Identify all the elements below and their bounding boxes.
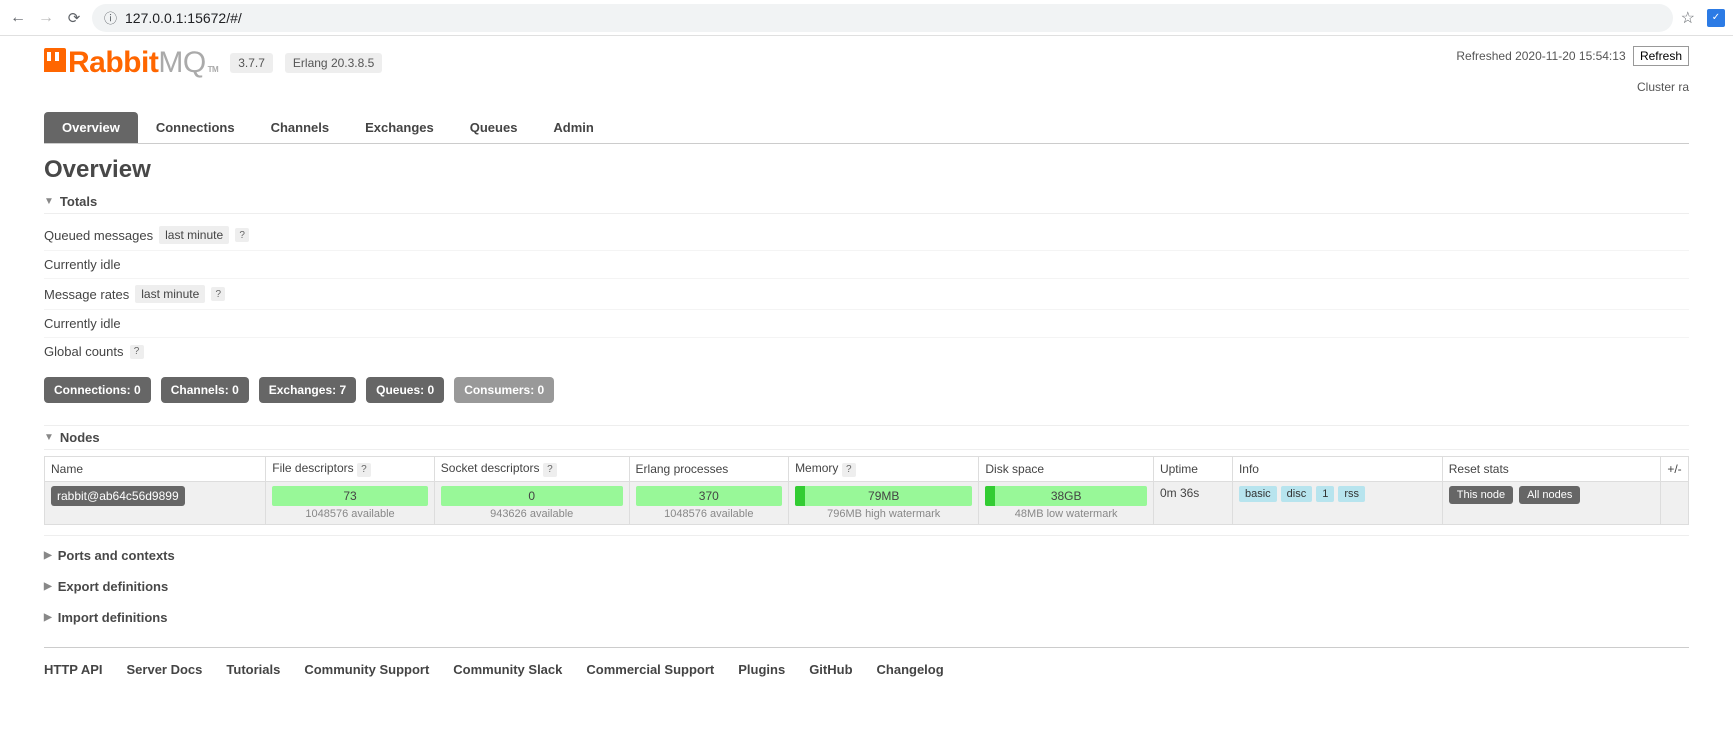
browser-toolbar: ← → ⟳ ⓘ 127.0.0.1:15672/#/ ☆ ✓ [0, 0, 1733, 36]
count-queues[interactable]: Queues: 0 [366, 377, 444, 403]
info-tag-disc: disc [1281, 486, 1313, 502]
refreshed-timestamp: Refreshed 2020-11-20 15:54:13 [1456, 49, 1625, 63]
sd-sub: 943626 available [441, 508, 623, 520]
erlang-pill: Erlang 20.3.8.5 [285, 53, 382, 73]
th-mem: Memory ? [789, 457, 979, 482]
reset-this-node-button[interactable]: This node [1449, 486, 1513, 504]
section-export-header[interactable]: Export definitions [44, 575, 1689, 598]
section-ports-header[interactable]: Ports and contexts [44, 544, 1689, 567]
footer-community-slack[interactable]: Community Slack [453, 662, 562, 677]
count-consumers[interactable]: Consumers: 0 [454, 377, 554, 403]
info-tag-basic: basic [1239, 486, 1277, 502]
th-uptime: Uptime [1153, 457, 1232, 482]
ep-bar: 370 [636, 486, 783, 506]
columns-toggle[interactable]: +/- [1661, 457, 1689, 482]
global-counts-label: Global counts [44, 344, 124, 359]
message-rates-label: Message rates [44, 287, 129, 302]
info-tag-1: 1 [1316, 486, 1334, 502]
section-totals-header[interactable]: Totals [44, 190, 1689, 214]
section-nodes-header[interactable]: Nodes [44, 426, 1689, 450]
help-icon[interactable]: ? [357, 463, 371, 477]
table-row: rabbit@ab64c56d9899 731048576 available … [45, 481, 1689, 524]
queued-range-pill[interactable]: last minute [159, 226, 229, 244]
chevron-down-icon [44, 196, 54, 207]
tab-admin[interactable]: Admin [535, 112, 611, 143]
count-channels[interactable]: Channels: 0 [161, 377, 249, 403]
sd-bar: 0 [441, 486, 623, 506]
help-icon[interactable]: ? [842, 463, 856, 477]
rabbitmq-logo[interactable]: RabbitMQTM [44, 46, 218, 80]
th-name: Name [45, 457, 266, 482]
uptime-cell: 0m 36s [1153, 481, 1232, 524]
th-reset: Reset stats [1442, 457, 1660, 482]
page-title: Overview [44, 156, 1689, 184]
footer-http-api[interactable]: HTTP API [44, 662, 103, 677]
help-icon[interactable]: ? [211, 287, 225, 301]
queued-messages-label: Queued messages [44, 228, 153, 243]
footer-plugins[interactable]: Plugins [738, 662, 785, 677]
section-import-header[interactable]: Import definitions [44, 606, 1689, 629]
reload-icon[interactable]: ⟳ [64, 9, 84, 27]
th-info: Info [1232, 457, 1442, 482]
chevron-down-icon [44, 432, 54, 443]
cluster-label: Cluster ra [1456, 80, 1689, 94]
footer-github[interactable]: GitHub [809, 662, 852, 677]
count-exchanges[interactable]: Exchanges: 7 [259, 377, 356, 403]
fd-bar: 73 [272, 486, 428, 506]
th-sd: Socket descriptors ? [434, 457, 629, 482]
nodes-table: Name File descriptors ? Socket descripto… [44, 456, 1689, 525]
tab-connections[interactable]: Connections [138, 112, 253, 143]
footer-server-docs[interactable]: Server Docs [127, 662, 203, 677]
rabbitmq-mark-icon [44, 48, 66, 72]
tab-overview[interactable]: Overview [44, 112, 138, 143]
footer-links: HTTP API Server Docs Tutorials Community… [44, 647, 1689, 691]
count-connections[interactable]: Connections: 0 [44, 377, 151, 403]
fd-sub: 1048576 available [272, 508, 428, 520]
help-icon[interactable]: ? [235, 228, 249, 242]
node-name-pill[interactable]: rabbit@ab64c56d9899 [51, 486, 185, 506]
th-fd: File descriptors ? [266, 457, 435, 482]
disk-bar: 38GB [985, 486, 1147, 506]
footer-tutorials[interactable]: Tutorials [226, 662, 280, 677]
version-pill: 3.7.7 [230, 53, 273, 73]
disk-sub: 48MB low watermark [985, 508, 1147, 520]
url-text: 127.0.0.1:15672/#/ [125, 10, 242, 26]
main-tabs: Overview Connections Channels Exchanges … [44, 112, 1689, 144]
chevron-right-icon [44, 550, 52, 561]
info-icon[interactable]: ⓘ [104, 8, 117, 27]
reset-all-nodes-button[interactable]: All nodes [1519, 486, 1580, 504]
info-tag-rss: rss [1338, 486, 1365, 502]
tab-exchanges[interactable]: Exchanges [347, 112, 452, 143]
footer-community-support[interactable]: Community Support [304, 662, 429, 677]
extension-icon[interactable]: ✓ [1707, 9, 1725, 27]
back-icon[interactable]: ← [8, 9, 28, 27]
rates-idle-text: Currently idle [44, 316, 121, 331]
queued-idle-text: Currently idle [44, 257, 121, 272]
help-icon[interactable]: ? [130, 345, 144, 359]
th-ep: Erlang processes [629, 457, 789, 482]
ep-sub: 1048576 available [636, 508, 783, 520]
refresh-button[interactable]: Refresh [1633, 46, 1689, 66]
footer-changelog[interactable]: Changelog [877, 662, 944, 677]
mem-sub: 796MB high watermark [795, 508, 972, 520]
tab-channels[interactable]: Channels [253, 112, 348, 143]
forward-icon[interactable]: → [36, 9, 56, 27]
bookmark-star-icon[interactable]: ☆ [1681, 8, 1695, 28]
mem-bar: 79MB [795, 486, 972, 506]
th-disk: Disk space [979, 457, 1154, 482]
help-icon[interactable]: ? [543, 463, 557, 477]
chevron-right-icon [44, 612, 52, 623]
chevron-right-icon [44, 581, 52, 592]
tab-queues[interactable]: Queues [452, 112, 536, 143]
url-bar[interactable]: ⓘ 127.0.0.1:15672/#/ [92, 4, 1673, 32]
rates-range-pill[interactable]: last minute [135, 285, 205, 303]
footer-commercial-support[interactable]: Commercial Support [586, 662, 714, 677]
